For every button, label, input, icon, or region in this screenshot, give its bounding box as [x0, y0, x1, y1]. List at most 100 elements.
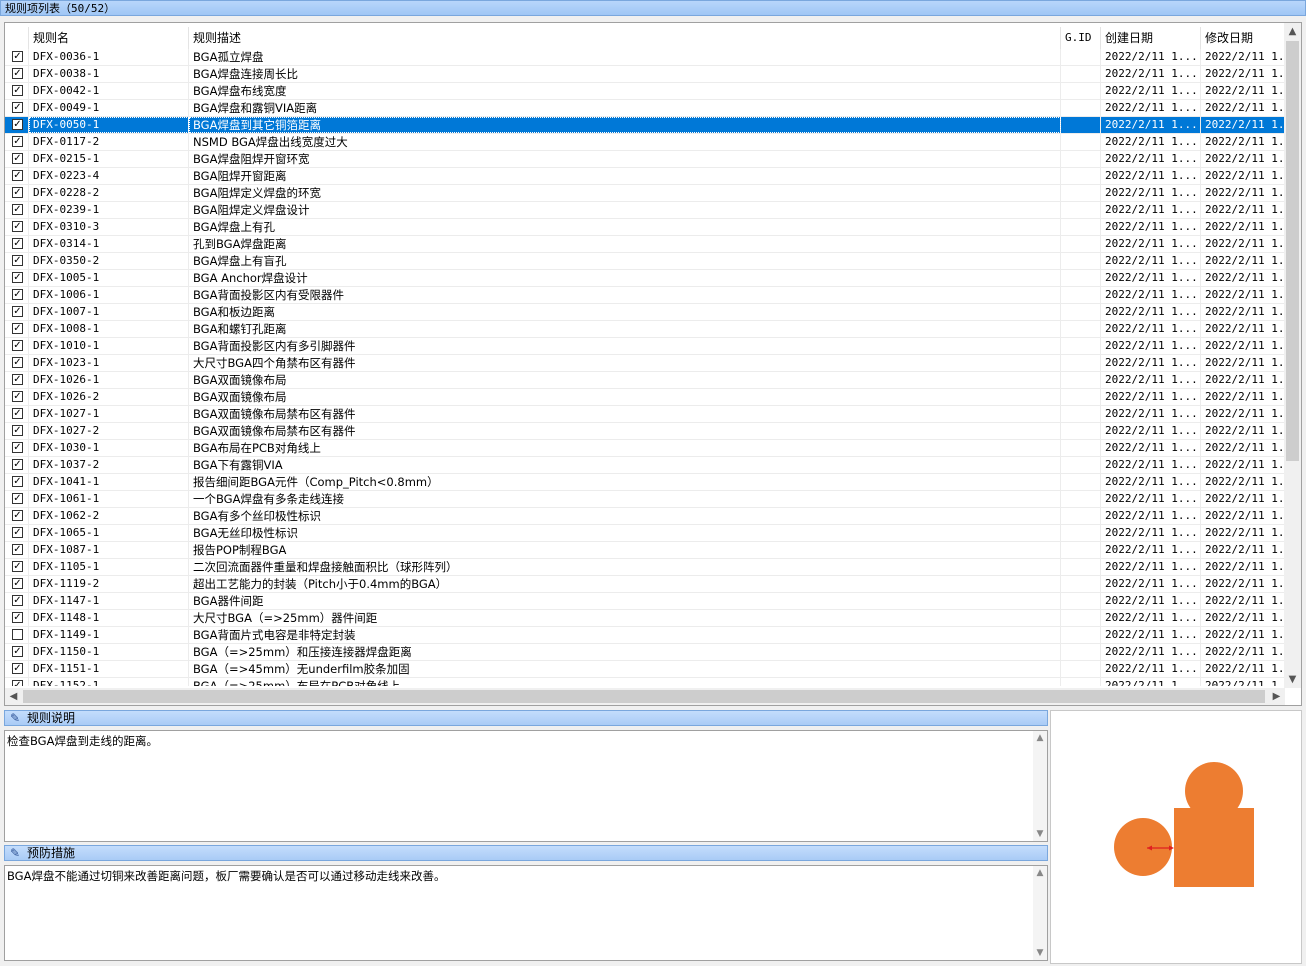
table-row[interactable]: DFX-1147-1BGA器件间距 2022/2/11 1...2022/2/11…: [5, 593, 1285, 610]
table-row[interactable]: DFX-0036-1BGA孤立焊盘 2022/2/11 1...2022/2/11…: [5, 49, 1285, 66]
rule-enabled-checkbox[interactable]: [12, 289, 23, 300]
row-checkbox-cell[interactable]: [5, 440, 29, 456]
row-checkbox-cell[interactable]: [5, 304, 29, 320]
prevention-text-area[interactable]: BGA焊盘不能通过切铜来改善距离问题，板厂需要确认是否可以通过移动走线来改善。 …: [4, 865, 1048, 961]
row-checkbox-cell[interactable]: [5, 66, 29, 82]
rule-enabled-checkbox[interactable]: [12, 408, 23, 419]
rules-grid[interactable]: 规则名 规则描述 G.ID 创建日期 修改日期 DFX-0036-1BGA孤立焊…: [4, 22, 1302, 706]
row-checkbox-cell[interactable]: [5, 168, 29, 184]
table-row[interactable]: DFX-1027-1BGA双面镜像布局禁布区有器件 2022/2/11 1...2…: [5, 406, 1285, 423]
rule-enabled-checkbox[interactable]: [12, 527, 23, 538]
row-checkbox-cell[interactable]: [5, 389, 29, 405]
row-checkbox-cell[interactable]: [5, 236, 29, 252]
table-row[interactable]: DFX-0049-1BGA焊盘和露铜VIA距离 2022/2/11 1...202…: [5, 100, 1285, 117]
rule-enabled-checkbox[interactable]: [12, 51, 23, 62]
row-checkbox-cell[interactable]: [5, 593, 29, 609]
chevron-down-icon[interactable]: ▼: [1033, 948, 1047, 958]
table-row[interactable]: DFX-1008-1BGA和螺钉孔距离 2022/2/11 1...2022/2/…: [5, 321, 1285, 338]
table-row[interactable]: DFX-0038-1BGA焊盘连接周长比 2022/2/11 1...2022/2…: [5, 66, 1285, 83]
rule-enabled-checkbox[interactable]: [12, 629, 23, 640]
rule-enabled-checkbox[interactable]: [12, 374, 23, 385]
chevron-up-icon[interactable]: ▲: [1033, 868, 1047, 878]
table-row[interactable]: DFX-1006-1BGA背面投影区内有受限器件 2022/2/11 1...20…: [5, 287, 1285, 304]
rule-description-scrollbar[interactable]: ▲ ▼: [1033, 731, 1047, 841]
row-checkbox-cell[interactable]: [5, 355, 29, 371]
rule-enabled-checkbox[interactable]: [12, 204, 23, 215]
rule-enabled-checkbox[interactable]: [12, 510, 23, 521]
table-row[interactable]: DFX-0310-3BGA焊盘上有孔 2022/2/11 1...2022/2/1…: [5, 219, 1285, 236]
row-checkbox-cell[interactable]: [5, 576, 29, 592]
row-checkbox-cell[interactable]: [5, 100, 29, 116]
table-row[interactable]: DFX-0223-4BGA阻焊开窗距离 2022/2/11 1...2022/2/…: [5, 168, 1285, 185]
table-row[interactable]: DFX-1023-1大尺寸BGA四个角禁布区有器件 2022/2/11 1...2…: [5, 355, 1285, 372]
row-checkbox-cell[interactable]: [5, 219, 29, 235]
rule-enabled-checkbox[interactable]: [12, 238, 23, 249]
row-checkbox-cell[interactable]: [5, 338, 29, 354]
rule-description-text-area[interactable]: 检查BGA焊盘到走线的距离。 ▲ ▼: [4, 730, 1048, 842]
table-row[interactable]: DFX-1027-2BGA双面镜像布局禁布区有器件 2022/2/11 1...2…: [5, 423, 1285, 440]
table-row[interactable]: DFX-1005-1BGA Anchor焊盘设计 2022/2/11 1...20…: [5, 270, 1285, 287]
table-row[interactable]: DFX-0228-2BGA阻焊定义焊盘的环宽 2022/2/11 1...2022…: [5, 185, 1285, 202]
row-checkbox-cell[interactable]: [5, 202, 29, 218]
rule-enabled-checkbox[interactable]: [12, 442, 23, 453]
chevron-down-icon[interactable]: ▼: [1284, 671, 1301, 688]
row-checkbox-cell[interactable]: [5, 83, 29, 99]
table-row[interactable]: DFX-0314-1孔到BGA焊盘距离 2022/2/11 1...2022/2/…: [5, 236, 1285, 253]
table-row[interactable]: DFX-1065-1BGA无丝印极性标识 2022/2/11 1...2022/2…: [5, 525, 1285, 542]
row-checkbox-cell[interactable]: [5, 610, 29, 626]
table-row[interactable]: DFX-1061-1一个BGA焊盘有多条走线连接 2022/2/11 1...20…: [5, 491, 1285, 508]
rule-enabled-checkbox[interactable]: [12, 170, 23, 181]
rule-enabled-checkbox[interactable]: [12, 425, 23, 436]
rule-enabled-checkbox[interactable]: [12, 595, 23, 606]
table-row[interactable]: DFX-1148-1大尺寸BGA（=>25mm）器件间距 2022/2/11 1.…: [5, 610, 1285, 627]
rule-enabled-checkbox[interactable]: [12, 187, 23, 198]
rule-enabled-checkbox[interactable]: [12, 391, 23, 402]
row-checkbox-cell[interactable]: [5, 151, 29, 167]
row-checkbox-cell[interactable]: [5, 474, 29, 490]
rule-enabled-checkbox[interactable]: [12, 68, 23, 79]
table-row[interactable]: DFX-1149-1 BGA背面片式电容是非特定封装 2022/2/11 1... 2…: [5, 627, 1285, 644]
rule-enabled-checkbox[interactable]: [12, 85, 23, 96]
horizontal-scrollbar[interactable]: ◀ ▶: [5, 688, 1285, 705]
row-checkbox-cell[interactable]: [5, 678, 29, 686]
rule-enabled-checkbox[interactable]: [12, 102, 23, 113]
rule-enabled-checkbox[interactable]: [12, 221, 23, 232]
header-gid[interactable]: G.ID: [1061, 27, 1101, 49]
horizontal-scroll-thumb[interactable]: [23, 690, 1265, 703]
rule-enabled-checkbox[interactable]: [12, 612, 23, 623]
table-row[interactable]: DFX-0050-1BGA焊盘到其它铜箔距离 2022/2/11 1...2022…: [5, 117, 1285, 134]
table-row[interactable]: DFX-1037-2BGA下有露铜VIA 2022/2/11 1...2022/2…: [5, 457, 1285, 474]
row-checkbox-cell[interactable]: [5, 525, 29, 541]
row-checkbox-cell[interactable]: [5, 49, 29, 65]
table-row[interactable]: DFX-0239-1BGA阻焊定义焊盘设计 2022/2/11 1...2022/…: [5, 202, 1285, 219]
table-row[interactable]: DFX-0042-1BGA焊盘布线宽度 2022/2/11 1...2022/2/…: [5, 83, 1285, 100]
row-checkbox-cell[interactable]: [5, 508, 29, 524]
row-checkbox-cell[interactable]: [5, 287, 29, 303]
chevron-right-icon[interactable]: ▶: [1268, 688, 1285, 705]
rule-enabled-checkbox[interactable]: [12, 493, 23, 504]
rule-enabled-checkbox[interactable]: [12, 136, 23, 147]
row-checkbox-cell[interactable]: [5, 406, 29, 422]
table-row[interactable]: DFX-1007-1BGA和板边距离 2022/2/11 1...2022/2/1…: [5, 304, 1285, 321]
row-checkbox-cell[interactable]: [5, 253, 29, 269]
row-checkbox-cell[interactable]: [5, 270, 29, 286]
row-checkbox-cell[interactable]: [5, 457, 29, 473]
row-checkbox-cell[interactable]: [5, 372, 29, 388]
table-row[interactable]: DFX-1041-1报告细间距BGA元件（Comp_Pitch<0.8mm） 20…: [5, 474, 1285, 491]
rule-enabled-checkbox[interactable]: [12, 561, 23, 572]
row-checkbox-cell[interactable]: [5, 559, 29, 575]
row-checkbox-cell[interactable]: [5, 542, 29, 558]
rule-enabled-checkbox[interactable]: [12, 459, 23, 470]
chevron-left-icon[interactable]: ◀: [5, 688, 22, 705]
table-row[interactable]: DFX-1010-1BGA背面投影区内有多引脚器件 2022/2/11 1...2…: [5, 338, 1285, 355]
vertical-scroll-thumb[interactable]: [1286, 41, 1299, 461]
rule-enabled-checkbox[interactable]: [12, 663, 23, 674]
row-checkbox-cell[interactable]: [5, 134, 29, 150]
row-checkbox-cell[interactable]: [5, 661, 29, 677]
row-checkbox-cell[interactable]: [5, 185, 29, 201]
rule-enabled-checkbox[interactable]: [12, 340, 23, 351]
rule-enabled-checkbox[interactable]: [12, 544, 23, 555]
header-rule-description[interactable]: 规则描述: [189, 27, 1061, 49]
header-rule-name[interactable]: 规则名: [29, 27, 189, 49]
table-row[interactable]: DFX-0215-1BGA焊盘阻焊开窗环宽 2022/2/11 1...2022/…: [5, 151, 1285, 168]
